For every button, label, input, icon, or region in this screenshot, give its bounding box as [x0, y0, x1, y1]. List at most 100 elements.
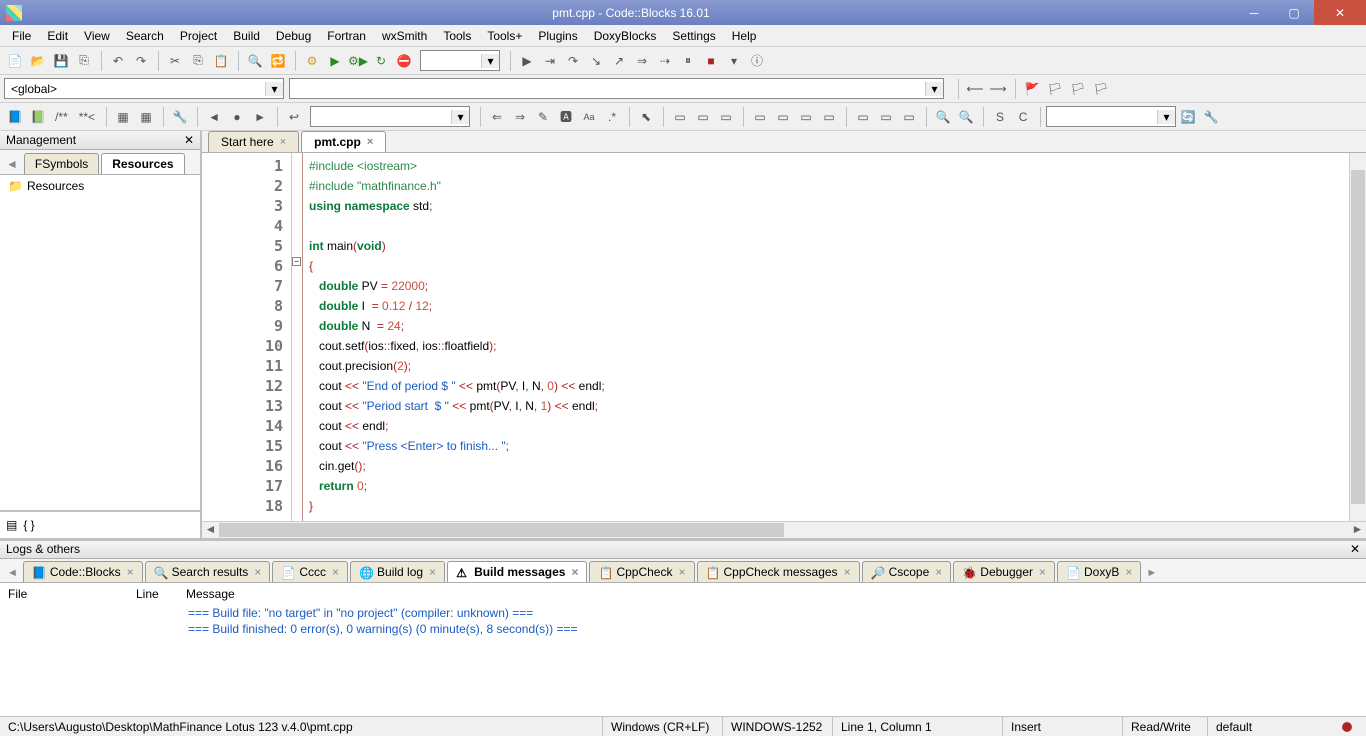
select-cursor-button[interactable]: ⬉ [635, 106, 657, 128]
logs-tab-cppcheck-messages[interactable]: 📋CppCheck messages× [697, 561, 860, 582]
logs-tab-build-messages[interactable]: ⚠Build messages× [447, 561, 587, 582]
tab-close-icon[interactable]: × [844, 565, 851, 579]
tb-btn-5[interactable]: ▭ [772, 106, 794, 128]
mgmt-tab-left-arrow[interactable]: ◄ [2, 154, 22, 174]
tab-close-icon[interactable]: × [1125, 565, 1132, 579]
abort-button[interactable]: ⛔ [393, 50, 415, 72]
step-instr-button[interactable]: ⇢ [654, 50, 676, 72]
info-button[interactable]: ⓘ [746, 50, 768, 72]
fortran-c-button[interactable]: C [1012, 106, 1034, 128]
zoom-out-button[interactable]: 🔍 [955, 106, 977, 128]
nav-back-button[interactable]: ◄ [203, 106, 225, 128]
next-line-button[interactable]: ↷ [562, 50, 584, 72]
menu-file[interactable]: File [4, 27, 39, 45]
tab-close-icon[interactable]: × [127, 565, 134, 579]
editor-tab-start-here[interactable]: Start here× [208, 131, 299, 152]
menu-debug[interactable]: Debug [268, 27, 319, 45]
tab-close-icon[interactable]: × [280, 136, 286, 148]
vertical-scrollbar[interactable] [1349, 153, 1366, 521]
logs-tab-doxyb[interactable]: 📄DoxyB× [1057, 561, 1141, 582]
tab-close-icon[interactable]: × [571, 565, 578, 579]
tab-close-icon[interactable]: × [678, 565, 685, 579]
mgmt-tab-resources[interactable]: Resources [101, 153, 184, 174]
menu-settings[interactable]: Settings [664, 27, 723, 45]
save-button[interactable]: 💾 [50, 50, 72, 72]
zoom-in-button[interactable]: 🔍 [932, 106, 954, 128]
jump-combo[interactable]: ▾ [310, 106, 470, 127]
logs-tab-code-blocks[interactable]: 📘Code::Blocks× [23, 561, 143, 582]
new-file-button[interactable]: 📄 [4, 50, 26, 72]
replace-button[interactable]: 🔁 [267, 50, 289, 72]
logs-tab-cscope[interactable]: 🔎Cscope× [862, 561, 952, 582]
jump-back-button[interactable]: ⟵ [964, 78, 986, 100]
fold-marker[interactable]: − [292, 257, 301, 266]
fortran-s-button[interactable]: S [989, 106, 1011, 128]
doxy-settings-button[interactable]: 🔧 [169, 106, 191, 128]
doxy-html-button[interactable]: ▦ [135, 106, 157, 128]
logs-tab-debugger[interactable]: 🐞Debugger× [953, 561, 1055, 582]
horizontal-scrollbar[interactable]: ◄ ► [202, 521, 1366, 538]
menu-edit[interactable]: Edit [39, 27, 76, 45]
management-tree[interactable]: 📁 Resources [0, 175, 200, 510]
save-all-button[interactable]: ⎘ [73, 50, 95, 72]
menu-doxyblocks[interactable]: DoxyBlocks [586, 27, 665, 45]
minimize-button[interactable]: ─ [1234, 0, 1274, 25]
scope-combo[interactable]: <global>▾ [4, 78, 284, 99]
nav-fwd-button[interactable]: ► [249, 106, 271, 128]
tab-close-icon[interactable]: × [332, 565, 339, 579]
debug-continue-button[interactable]: ▶ [516, 50, 538, 72]
next-instr-button[interactable]: ⇒ [631, 50, 653, 72]
doxy-run-button[interactable]: ▦ [112, 106, 134, 128]
mgmt-tab-fsymbols[interactable]: FSymbols [24, 153, 99, 174]
jump-fwd-button[interactable]: ⟶ [987, 78, 1009, 100]
comment-line-button[interactable]: **< [74, 106, 100, 128]
hl-edit-button[interactable]: ✎ [532, 106, 554, 128]
hl-aa-button[interactable]: Aa [578, 106, 600, 128]
logs-tab-left-arrow[interactable]: ◄ [4, 564, 21, 582]
next-func-button[interactable]: ⇒ [509, 106, 531, 128]
tab-close-icon[interactable]: × [429, 565, 436, 579]
logs-tab-build-log[interactable]: 🌐Build log× [350, 561, 445, 582]
build-button[interactable]: ⚙ [301, 50, 323, 72]
line-gutter[interactable]: 123456789101112131415161718 [202, 153, 292, 521]
maximize-button[interactable]: ▢ [1274, 0, 1314, 25]
run-button[interactable]: ▶ [324, 50, 346, 72]
stop-debug-button[interactable]: ■ [700, 50, 722, 72]
menu-help[interactable]: Help [724, 27, 765, 45]
tb-btn-1[interactable]: ▭ [669, 106, 691, 128]
last-jump-button[interactable]: ↩ [283, 106, 305, 128]
menu-build[interactable]: Build [225, 27, 268, 45]
bookmark-toggle-button[interactable]: 🚩 [1021, 78, 1043, 100]
bookmark-clear-button[interactable]: 🏳 [1090, 78, 1112, 100]
logs-tab-cccc[interactable]: 📄Cccc× [272, 561, 348, 582]
redo-button[interactable]: ↷ [130, 50, 152, 72]
tab-close-icon[interactable]: × [367, 136, 373, 148]
tb-btn-7[interactable]: ▭ [818, 106, 840, 128]
cut-button[interactable]: ✂ [164, 50, 186, 72]
copy-button[interactable]: ⎘ [187, 50, 209, 72]
symbol-combo[interactable]: ▾ [289, 78, 944, 99]
step-into-button[interactable]: ↘ [585, 50, 607, 72]
undo-button[interactable]: ↶ [107, 50, 129, 72]
doxy-b-button[interactable]: 📗 [27, 106, 49, 128]
target-combo[interactable]: ▾ [420, 50, 500, 71]
tb-btn-9[interactable]: ▭ [875, 106, 897, 128]
break-button[interactable]: ⏸ [677, 50, 699, 72]
menu-plugins[interactable]: Plugins [530, 27, 585, 45]
tb-btn-4[interactable]: ▭ [749, 106, 771, 128]
menu-view[interactable]: View [76, 27, 118, 45]
logs-close-icon[interactable]: ✕ [1350, 542, 1360, 557]
tab-close-icon[interactable]: × [254, 565, 261, 579]
run-to-cursor-button[interactable]: ⇥ [539, 50, 561, 72]
symbol-braces[interactable]: { } [23, 518, 34, 532]
hl-a-button[interactable]: 🅰 [555, 106, 577, 128]
settings-button[interactable]: 🔧 [1200, 106, 1222, 128]
close-button[interactable]: ✕ [1314, 0, 1366, 25]
find-button[interactable]: 🔍 [244, 50, 266, 72]
tb-btn-3[interactable]: ▭ [715, 106, 737, 128]
logs-body[interactable]: File Line Message === Build file: "no ta… [0, 583, 1366, 716]
fortran-combo[interactable]: ▾ [1046, 106, 1176, 127]
bookmark-prev-button[interactable]: 🏳 [1044, 78, 1066, 100]
menu-fortran[interactable]: Fortran [319, 27, 374, 45]
tb-btn-6[interactable]: ▭ [795, 106, 817, 128]
